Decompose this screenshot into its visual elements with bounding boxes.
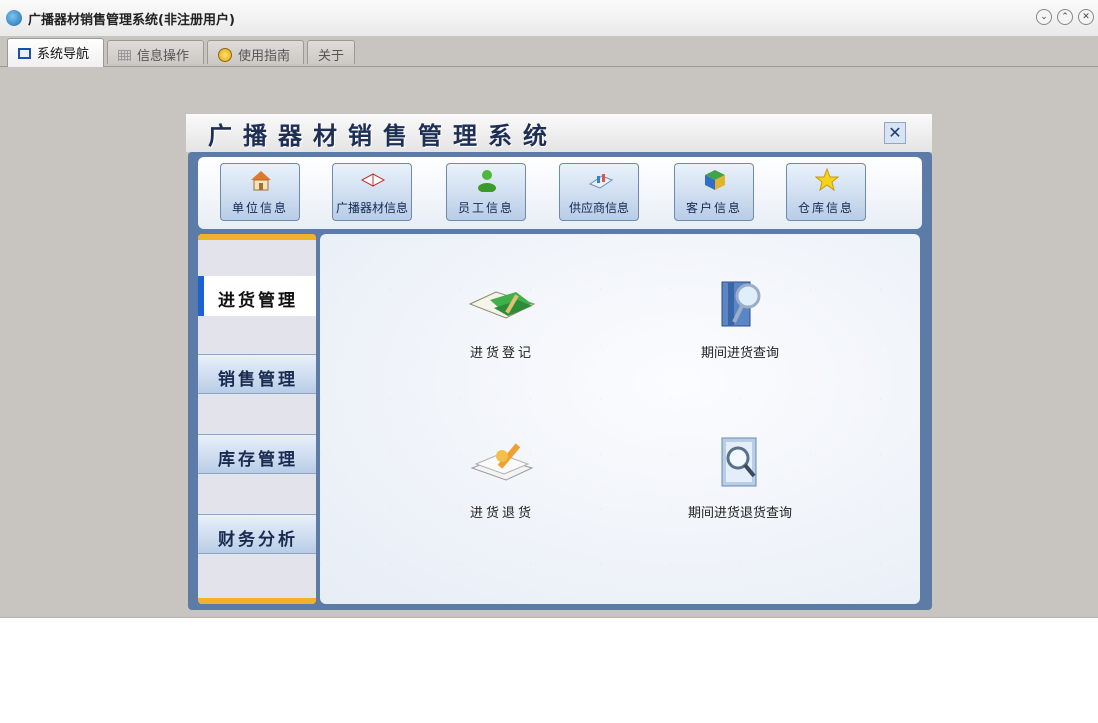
- star-icon: [815, 168, 839, 192]
- document-search-icon: [721, 437, 757, 487]
- sidebar-item-label: 财务分析: [218, 530, 298, 550]
- staff-info-label: 员工信息: [457, 201, 514, 215]
- tab-label: 信息操作: [137, 49, 190, 64]
- purchase-register-label: 进货登记: [469, 346, 534, 361]
- equipment-info-label: 广播器材信息: [335, 201, 408, 215]
- app-logo-icon: [6, 10, 22, 26]
- sidebar-item-purchase[interactable]: 进货管理: [198, 276, 316, 316]
- book-icon: [360, 173, 386, 187]
- panel-header: 广播器材销售管理系统 ✕: [186, 114, 932, 152]
- screen-icon: [18, 48, 31, 59]
- sidebar-item-sales[interactable]: 销售管理: [198, 354, 316, 394]
- content-area: 进货登记 期间进货查询 进货退货 期间进货退货查询: [320, 234, 920, 604]
- minimize-icon[interactable]: ⌄: [1036, 9, 1052, 25]
- chart-icon: [588, 174, 614, 189]
- sidebar: 进货管理 销售管理 库存管理 财务分析: [198, 234, 316, 604]
- application-window: 广播器材销售管理系统(非注册用户) ⌄ ⌃ ✕ 系统导航 信息操作 使用指南 关…: [0, 0, 1098, 618]
- supplier-info-label: 供应商信息: [568, 201, 629, 215]
- supplier-info-button[interactable]: 供应商信息: [559, 163, 639, 221]
- tab-about[interactable]: 关于: [307, 40, 355, 64]
- panel-frame: 单位信息 广播器材信息 员工信息 供应商信息 客户信息 仓库信息 进货管理 销售…: [188, 152, 932, 610]
- sidebar-bottom-bar: [198, 598, 316, 604]
- equipment-info-button[interactable]: 广播器材信息: [332, 163, 412, 221]
- sidebar-item-finance[interactable]: 财务分析: [198, 514, 316, 554]
- warehouse-info-button[interactable]: 仓库信息: [786, 163, 866, 221]
- period-purchase-return-query-action[interactable]: 期间进货退货查询: [660, 434, 820, 544]
- purchase-register-action[interactable]: 进货登记: [432, 274, 572, 384]
- warehouse-info-label: 仓库信息: [797, 201, 854, 215]
- tab-label: 使用指南: [238, 49, 291, 64]
- maximize-icon[interactable]: ⌃: [1057, 9, 1073, 25]
- book-search-icon: [721, 281, 761, 327]
- grid-icon: [118, 50, 131, 61]
- toolbar: 单位信息 广播器材信息 员工信息 供应商信息 客户信息 仓库信息: [198, 157, 922, 229]
- cube-icon: [705, 170, 725, 190]
- sidebar-item-label: 进货管理: [218, 291, 298, 311]
- staff-info-button[interactable]: 员工信息: [446, 163, 526, 221]
- title-bar: 广播器材销售管理系统(非注册用户) ⌄ ⌃ ✕: [0, 0, 1098, 37]
- unit-info-label: 单位信息: [231, 201, 288, 215]
- close-icon[interactable]: ✕: [884, 122, 906, 144]
- house-icon: [251, 171, 271, 191]
- books-icon: [468, 291, 536, 319]
- customer-info-button[interactable]: 客户信息: [674, 163, 754, 221]
- unit-info-button[interactable]: 单位信息: [220, 163, 300, 221]
- tab-user-guide[interactable]: 使用指南: [207, 40, 304, 64]
- period-purchase-query-label: 期间进货查询: [700, 346, 779, 361]
- period-purchase-return-query-label: 期间进货退货查询: [687, 506, 792, 521]
- sidebar-item-inventory[interactable]: 库存管理: [198, 434, 316, 474]
- tab-label: 关于: [318, 49, 345, 64]
- main-panel: 广播器材销售管理系统 ✕ 单位信息 广播器材信息 员工信息 供应商信息 客户信息…: [186, 114, 932, 614]
- panel-title: 广播器材销售管理系统: [208, 121, 558, 150]
- purchase-return-label: 进货退货: [469, 506, 534, 521]
- background-texture: [320, 234, 920, 604]
- window-title: 广播器材销售管理系统(非注册用户): [28, 13, 235, 28]
- purchase-return-action[interactable]: 进货退货: [432, 434, 572, 544]
- help-icon: [218, 48, 232, 62]
- sidebar-item-label: 销售管理: [218, 370, 298, 390]
- sidebar-item-label: 库存管理: [218, 450, 298, 470]
- sidebar-top-bar: [198, 234, 316, 240]
- period-purchase-query-action[interactable]: 期间进货查询: [670, 274, 810, 384]
- pen-paper-icon: [470, 443, 534, 481]
- person-icon: [478, 170, 496, 192]
- tab-system-nav[interactable]: 系统导航: [7, 38, 104, 67]
- tab-label: 系统导航: [37, 47, 90, 62]
- customer-info-label: 客户信息: [685, 201, 742, 215]
- close-window-icon[interactable]: ✕: [1078, 9, 1094, 25]
- tab-bar: 系统导航 信息操作 使用指南 关于: [0, 36, 1098, 67]
- tab-info-ops[interactable]: 信息操作: [107, 40, 204, 64]
